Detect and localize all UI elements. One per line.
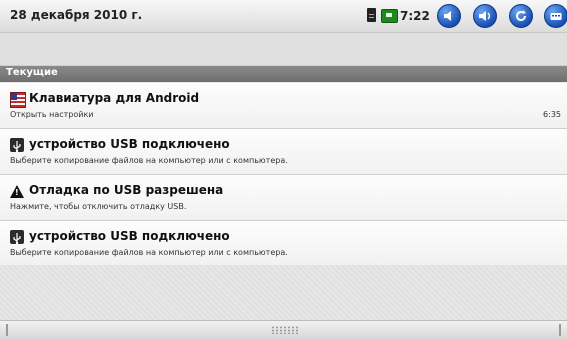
section-header: Текущие [0, 66, 567, 82]
sim-card-icon [367, 8, 376, 22]
notification-item[interactable]: Клавиатура для Android Открыть настройки… [0, 83, 567, 129]
notification-subtitle: Нажмите, чтобы отключить отладку USB. [10, 202, 187, 211]
section-header-label: Текущие [6, 67, 58, 78]
us-flag-icon [10, 92, 26, 108]
usb-icon [10, 230, 24, 245]
notification-title: Клавиатура для Android [29, 91, 200, 105]
notification-subtitle: Выберите копирование файлов на компьютер… [10, 156, 288, 165]
left-edge-divider [6, 324, 8, 336]
drag-handle-bar[interactable] [0, 320, 567, 339]
keyboard-icon[interactable] [544, 4, 567, 28]
empty-area [0, 265, 567, 320]
status-date: 28 декабря 2010 г. [10, 8, 143, 22]
usb-icon [10, 138, 24, 153]
status-time: 7:22 [400, 9, 430, 23]
drag-handle-icon[interactable] [271, 326, 299, 334]
battery-icon [381, 9, 398, 23]
notification-item[interactable]: устройство USB подключено Выберите копир… [0, 221, 567, 267]
warning-icon [10, 185, 24, 198]
notification-title: устройство USB подключено [29, 229, 230, 243]
notification-subtitle: Открыть настройки [10, 110, 94, 119]
notification-title: устройство USB подключено [29, 137, 230, 151]
notification-title: Отладка по USB разрешена [29, 183, 224, 197]
notification-item[interactable]: Отладка по USB разрешена Нажмите, чтобы … [0, 175, 567, 221]
right-edge-divider [559, 324, 561, 336]
volume-up-icon[interactable] [473, 4, 497, 28]
volume-down-icon[interactable] [437, 4, 461, 28]
notification-time: 6:35 [543, 110, 561, 119]
notification-subtitle: Выберите копирование файлов на компьютер… [10, 248, 288, 257]
refresh-icon[interactable] [509, 4, 533, 28]
notification-item[interactable]: устройство USB подключено Выберите копир… [0, 129, 567, 175]
notification-toolbar [0, 33, 567, 66]
status-bar: 28 декабря 2010 г. 7:22 [0, 0, 567, 33]
